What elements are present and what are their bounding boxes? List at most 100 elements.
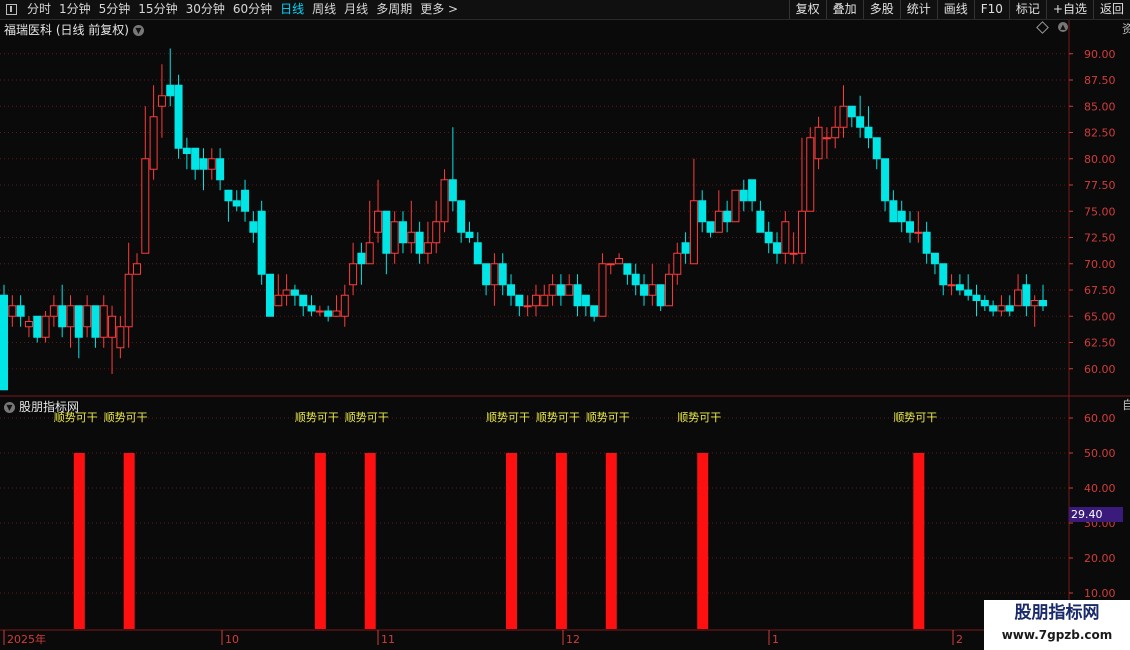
candle-body xyxy=(490,263,499,286)
candle-body xyxy=(307,305,316,312)
y-tick-label: 80.00 xyxy=(1084,153,1116,166)
x-tick-label: 11 xyxy=(381,633,395,646)
candle-body xyxy=(797,210,806,254)
candle-body xyxy=(989,305,998,312)
signal-bar xyxy=(506,453,518,629)
signal-label: 顺势可干 xyxy=(586,411,630,424)
candle-body xyxy=(141,158,150,254)
candle-body xyxy=(864,126,873,139)
candle-body xyxy=(224,189,233,202)
y-tick-label: 70.00 xyxy=(1084,258,1116,271)
candle-body xyxy=(482,263,491,286)
candle-body xyxy=(315,310,324,313)
y-tick-label: 40.00 xyxy=(1084,482,1116,495)
candle-body xyxy=(124,273,133,328)
candle-body xyxy=(332,310,341,317)
candle-body xyxy=(523,305,532,308)
candle-body xyxy=(714,210,723,233)
candle-body xyxy=(390,221,399,254)
candle-body xyxy=(573,284,582,307)
candle-body xyxy=(980,300,989,307)
candle-body xyxy=(540,294,549,307)
candle-body xyxy=(74,305,83,338)
signal-bar xyxy=(697,453,709,629)
candle-body xyxy=(149,116,158,170)
candle-body xyxy=(822,137,831,140)
candle-body xyxy=(723,210,732,223)
candle-body xyxy=(640,284,649,296)
y-tick-label: 67.50 xyxy=(1084,284,1116,297)
candle-body xyxy=(299,294,308,307)
candle-body xyxy=(565,284,574,296)
candle-body xyxy=(748,179,757,202)
candle-body xyxy=(1039,300,1047,307)
x-tick-label: 12 xyxy=(566,633,580,646)
candle-body xyxy=(440,179,449,223)
candle-body xyxy=(914,231,923,234)
x-tick-label: 10 xyxy=(225,633,239,646)
y-tick-label: 60.00 xyxy=(1084,412,1116,425)
candle-body xyxy=(265,273,274,317)
candle-body xyxy=(132,263,141,275)
candle-body xyxy=(182,147,191,154)
signal-bar xyxy=(364,453,376,629)
candle-body xyxy=(773,242,782,254)
candle-body xyxy=(374,210,383,233)
candle-body xyxy=(232,200,241,207)
candle-body xyxy=(922,231,931,254)
signal-label: 顺势可干 xyxy=(54,411,98,424)
candle-body xyxy=(415,231,424,254)
candle-body xyxy=(448,179,457,202)
signal-bar xyxy=(123,453,135,629)
candle-body xyxy=(398,221,407,244)
candle-body xyxy=(473,242,482,265)
candle-body xyxy=(681,242,690,254)
candle-body xyxy=(0,294,8,391)
candle-body xyxy=(207,158,216,170)
candle-body xyxy=(116,326,125,349)
candle-body xyxy=(897,210,906,223)
candle-body xyxy=(498,263,507,286)
candle-body xyxy=(91,305,100,338)
y-tick-label: 75.00 xyxy=(1084,205,1116,218)
candle-body xyxy=(656,284,665,307)
candle-body xyxy=(83,305,92,328)
y-tick-label: 65.00 xyxy=(1084,310,1116,323)
watermark-url: www.7gpzb.com xyxy=(1001,628,1113,642)
candle-body xyxy=(41,315,50,338)
candle-body xyxy=(24,321,33,328)
y-tick-label: 10.00 xyxy=(1084,587,1116,600)
candle-body xyxy=(706,221,715,233)
x-tick-label: 2025年 xyxy=(7,632,46,646)
candle-body xyxy=(8,305,17,317)
y-tick-label: 77.50 xyxy=(1084,179,1116,192)
candle-body xyxy=(274,294,283,307)
candle-body xyxy=(33,315,42,338)
candle-body xyxy=(257,210,266,275)
candle-body xyxy=(906,221,915,233)
watermark: 股朋指标网 www.7gpzb.com xyxy=(984,600,1130,650)
candle-body xyxy=(465,231,474,238)
candle-body xyxy=(664,273,673,307)
candle-body xyxy=(673,252,682,275)
y-tick-label: 62.50 xyxy=(1084,337,1116,350)
candle-body xyxy=(216,158,225,181)
candle-body xyxy=(1014,289,1023,307)
candle-body xyxy=(598,263,607,317)
candle-body xyxy=(507,284,516,296)
candle-body xyxy=(365,242,374,265)
signal-label: 顺势可干 xyxy=(486,411,530,424)
candle-body xyxy=(814,126,823,160)
candle-body xyxy=(1030,300,1039,307)
signal-label: 顺势可干 xyxy=(295,411,339,424)
signal-label: 顺势可干 xyxy=(893,411,937,424)
x-tick-label: 2 xyxy=(956,633,963,646)
candle-body xyxy=(191,147,200,170)
candle-body xyxy=(623,263,632,275)
candle-body xyxy=(631,273,640,286)
signal-bar xyxy=(314,453,326,629)
candle-body xyxy=(324,310,333,317)
candle-body xyxy=(249,221,258,233)
price-chart[interactable]: 90.00 87.50 85.00 82.50 80.00 77.50 75.00 72.50… xyxy=(0,0,1130,650)
signal-label: 顺势可干 xyxy=(104,411,148,424)
